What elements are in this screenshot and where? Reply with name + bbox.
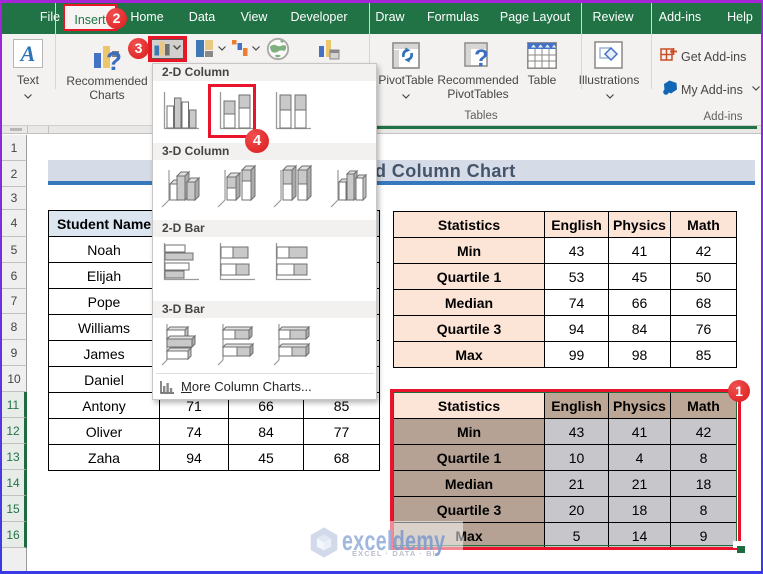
svg-text:?: ?	[106, 46, 122, 73]
svg-text:?: ?	[474, 45, 489, 69]
